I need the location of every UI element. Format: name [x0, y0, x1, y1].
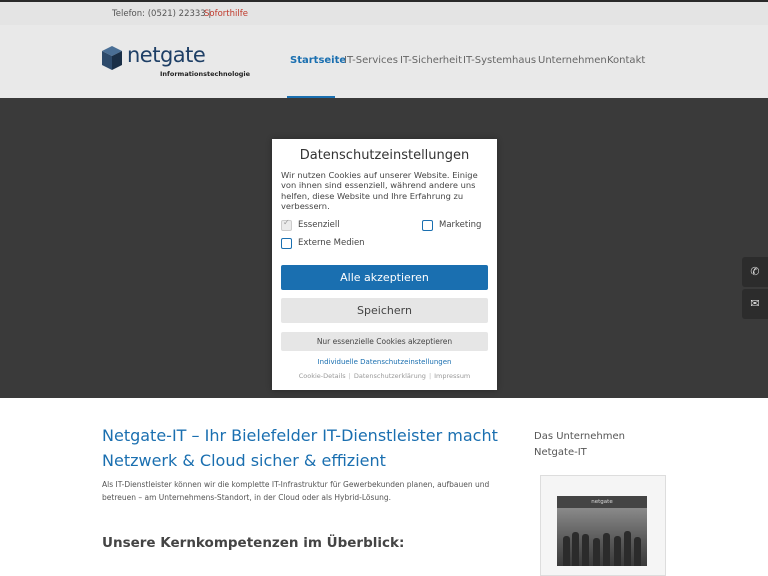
logo-subtitle: Informationstechnologie	[160, 70, 251, 78]
nav-it-systemhaus[interactable]: IT-Systemhaus	[463, 55, 536, 66]
intro-text: Als IT-Dienstleister können wir die komp…	[102, 480, 490, 502]
checkbox-externe-medien-label[interactable]: Externe Medien	[298, 238, 365, 248]
nav-it-sicherheit[interactable]: IT-Sicherheit	[400, 55, 462, 66]
accept-essential-button[interactable]: Nur essenzielle Cookies akzeptieren	[281, 332, 488, 351]
save-button[interactable]: Speichern	[281, 298, 488, 323]
topbar-soforthilfe-link[interactable]: Soforthilfe	[204, 9, 248, 19]
checkbox-marketing[interactable]	[422, 220, 433, 231]
nav-startseite[interactable]: Startseite	[290, 55, 346, 66]
dialog-title: Datenschutzeinstellungen	[299, 148, 470, 163]
person-figure	[634, 537, 641, 566]
person-figure	[572, 532, 579, 566]
cookie-consent-dialog: Datenschutzeinstellungen Wir nutzen Cook…	[272, 139, 497, 390]
nav-it-services[interactable]: IT-Services	[344, 55, 398, 66]
individual-settings-link[interactable]: Individuelle Datenschutzeinstellungen	[272, 358, 497, 366]
page-title: Netgate-IT – Ihr Bielefelder IT-Dienstle…	[102, 426, 498, 470]
dialog-text: Wir nutzen Cookies auf unserer Website. …	[281, 170, 478, 211]
cube-logo-icon	[102, 46, 122, 70]
person-figure	[603, 533, 610, 566]
side-mail-button[interactable]: ✉	[742, 289, 768, 319]
site-header: netgate Informationstechnologie Startsei…	[0, 25, 768, 98]
section-heading: Unsere Kernkompetenzen im Überblick:	[102, 535, 405, 551]
nav-unternehmen[interactable]: Unternehmen	[538, 55, 607, 66]
nav-kontakt[interactable]: Kontakt	[607, 55, 645, 66]
phone-icon: ✆	[750, 265, 760, 278]
envelope-icon: ✉	[750, 297, 760, 310]
checkbox-externe-medien[interactable]	[281, 238, 292, 249]
person-figure	[624, 531, 631, 566]
checkbox-essenziell-label: Essenziell	[298, 220, 340, 230]
dialog-footer-links: Cookie-Details | Datenschutzerklärung | Impr…	[298, 372, 471, 380]
photo-banner: netgate	[557, 496, 647, 508]
accept-all-button[interactable]: Alle akzeptieren	[281, 265, 488, 290]
person-figure	[593, 538, 600, 566]
privacy-policy-link[interactable]: Datenschutzerklärung	[354, 372, 426, 380]
photo-crowd	[557, 508, 647, 566]
person-figure	[563, 536, 570, 566]
logo[interactable]: netgate Informationstechnologie	[102, 43, 250, 82]
top-bar: Telefon: (0521) 22333 | Soforthilfe	[0, 0, 768, 25]
side-phone-button[interactable]: ✆	[742, 257, 768, 287]
checkbox-essenziell	[281, 218, 292, 231]
aside-image-frame: netgate	[540, 475, 666, 576]
topbar-phone[interactable]: Telefon: (0521) 22333 |	[112, 9, 211, 19]
aside-title: Das Unternehmen Netgate-IT	[534, 431, 625, 458]
cookie-details-link[interactable]: Cookie-Details	[299, 372, 346, 380]
imprint-link[interactable]: Impressum	[434, 372, 470, 380]
team-photo[interactable]: netgate	[557, 496, 647, 566]
logo-name: netgate	[127, 43, 206, 67]
person-figure	[582, 534, 589, 566]
person-figure	[614, 536, 621, 566]
checkbox-marketing-label[interactable]: Marketing	[439, 220, 481, 230]
